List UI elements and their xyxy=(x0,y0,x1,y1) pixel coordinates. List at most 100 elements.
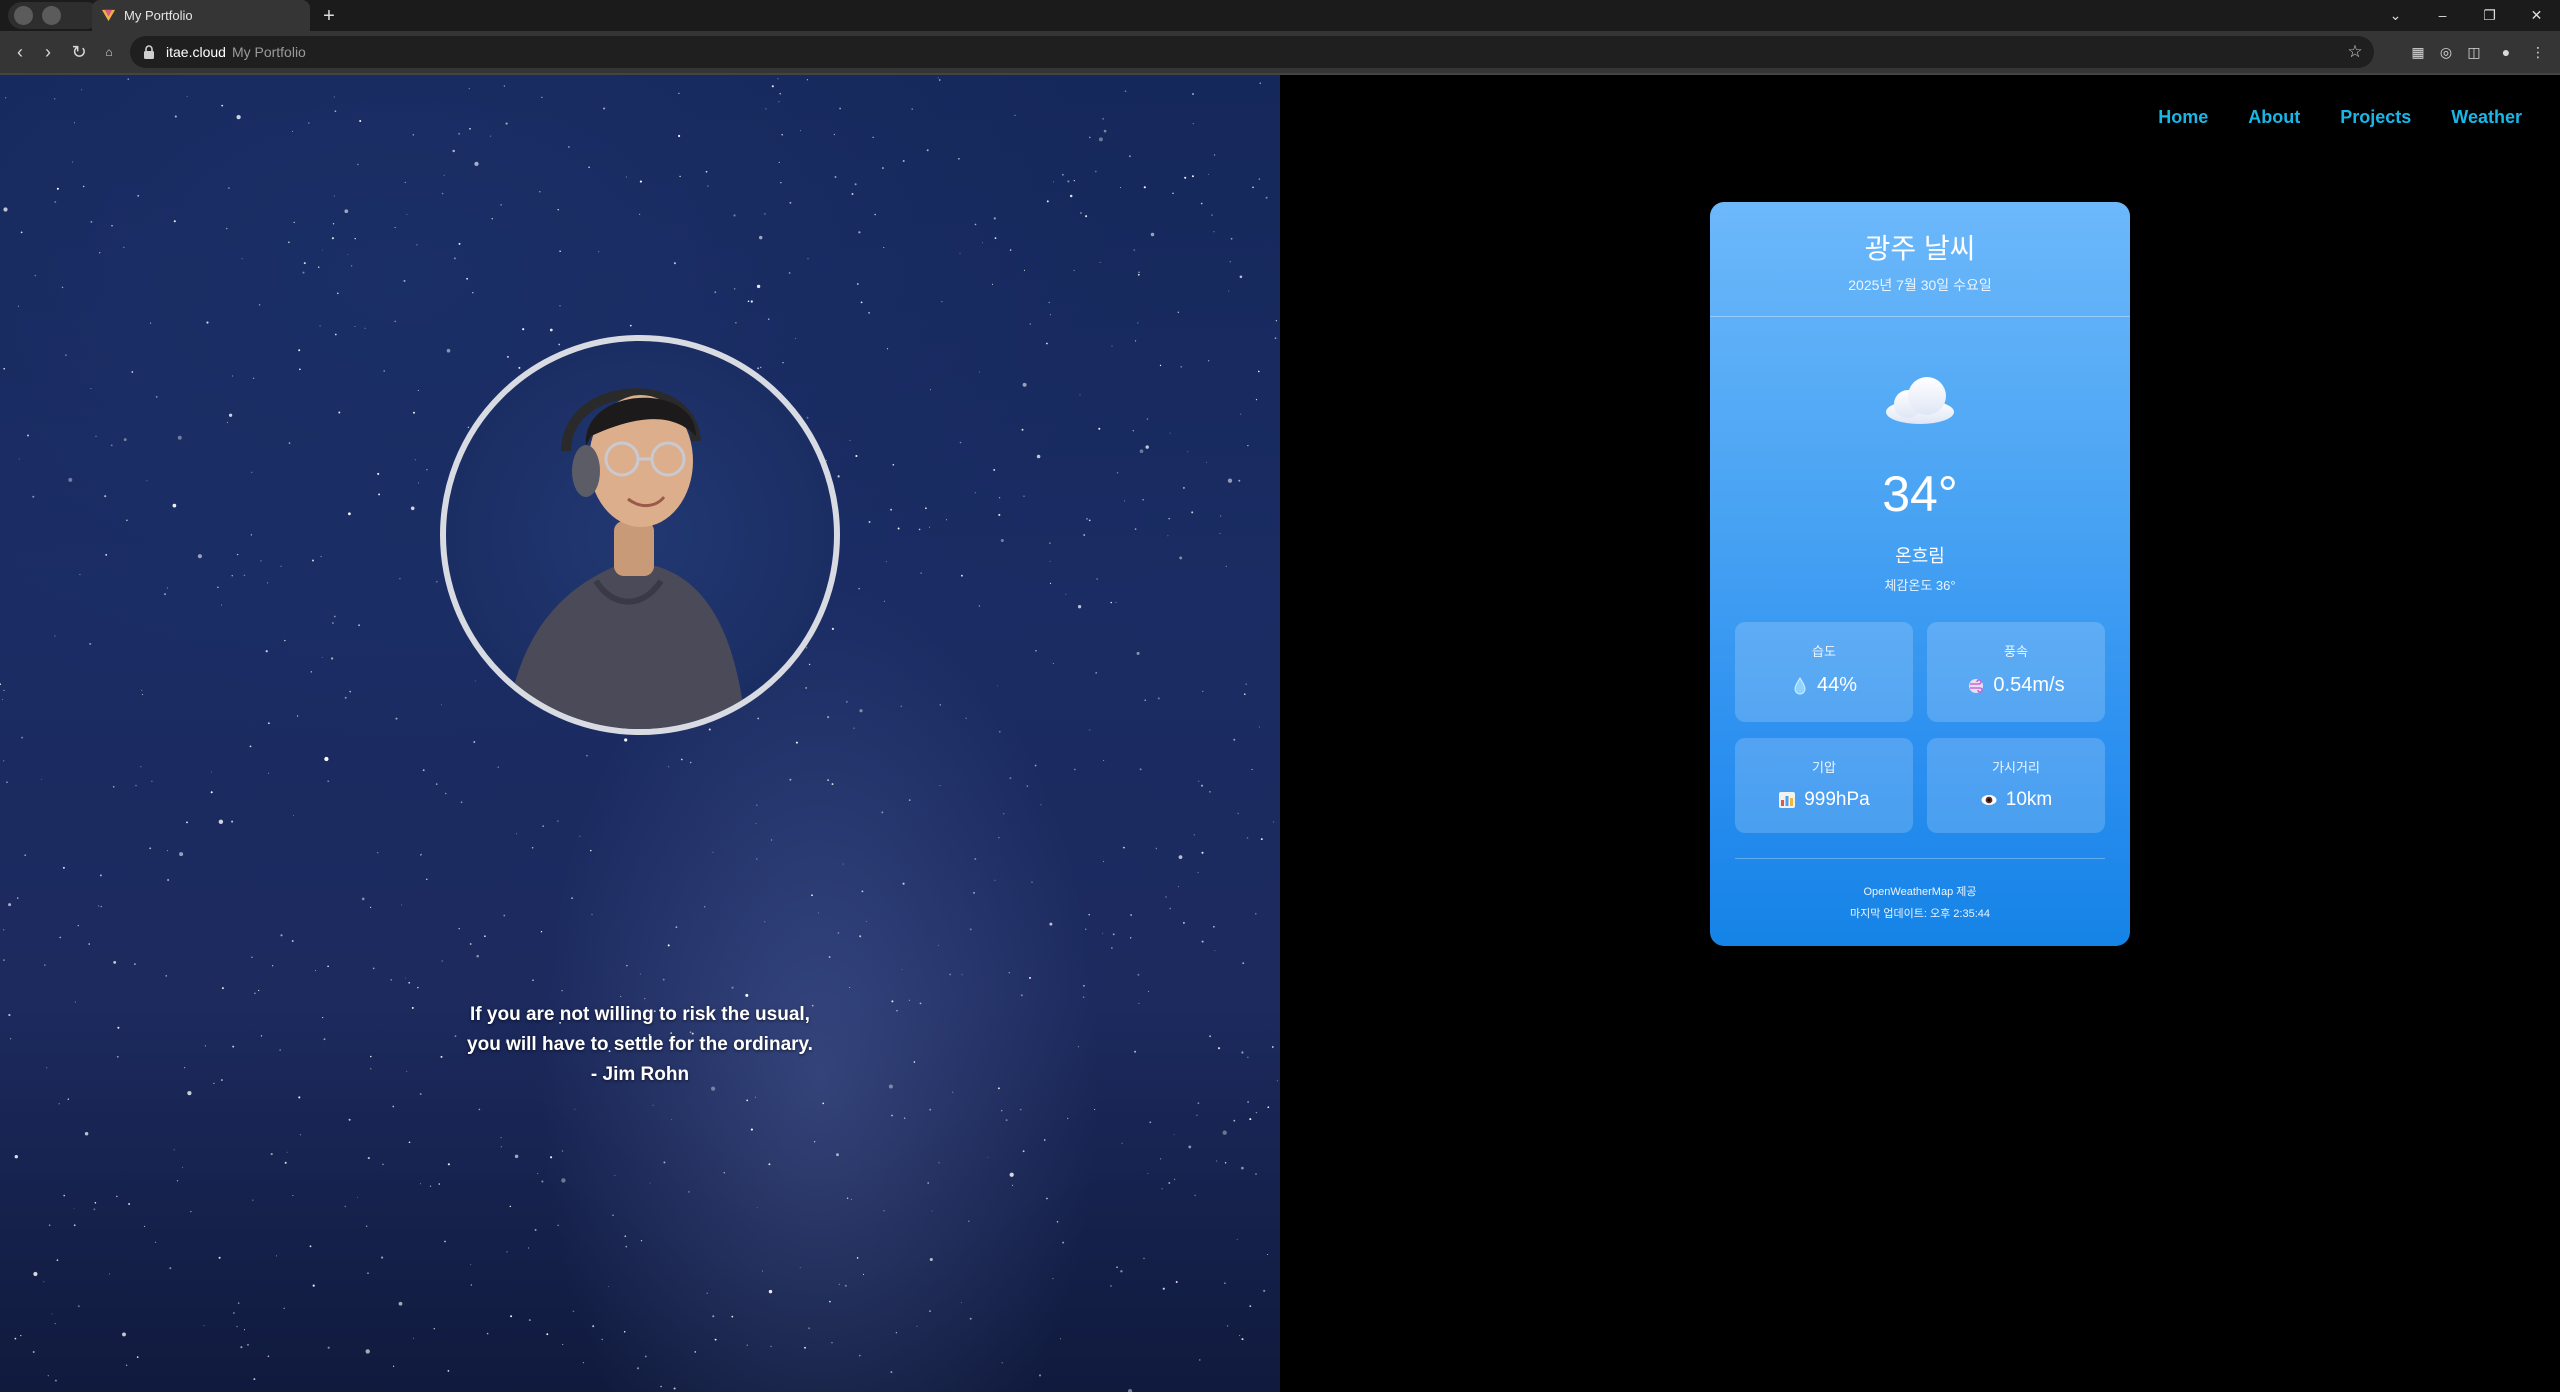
star xyxy=(1199,1359,1201,1361)
star xyxy=(1275,320,1278,322)
star xyxy=(550,1156,553,1159)
nav-projects-link[interactable]: Projects xyxy=(2340,107,2411,128)
star xyxy=(227,187,230,190)
star xyxy=(299,1134,302,1136)
star xyxy=(20,231,23,234)
nav-weather-link[interactable]: Weather xyxy=(2451,107,2522,128)
tab-search-icon[interactable]: ⌄ xyxy=(2372,0,2419,31)
star xyxy=(1246,837,1249,839)
star xyxy=(303,262,306,265)
extension-icon[interactable]: ◎ xyxy=(2436,42,2456,62)
side-panel-icon[interactable]: ◫ xyxy=(2464,42,2484,62)
star xyxy=(1096,578,1098,580)
star xyxy=(764,213,766,215)
star xyxy=(1116,1266,1118,1269)
star xyxy=(1009,249,1012,251)
star xyxy=(929,1108,932,1111)
back-icon[interactable]: ‹ xyxy=(6,38,34,66)
address-bar[interactable]: itae.cloud My Portfolio ☆ xyxy=(130,36,2374,68)
weather-last-updated: 마지막 업데이트: 오후 2:35:44 xyxy=(1849,908,1990,920)
star xyxy=(1224,1162,1227,1164)
star xyxy=(1272,821,1274,823)
star xyxy=(221,104,224,107)
bookmark-star-icon[interactable]: ☆ xyxy=(2344,41,2366,63)
star xyxy=(268,722,270,725)
star xyxy=(284,1161,287,1164)
star xyxy=(67,1098,69,1100)
restore-icon[interactable]: ❐ xyxy=(2466,0,2513,31)
star xyxy=(1077,605,1082,609)
browser-tab[interactable]: My Portfolio xyxy=(92,0,310,31)
star xyxy=(559,250,561,253)
nav-about-link[interactable]: About xyxy=(2248,107,2300,128)
new-tab-button[interactable]: + xyxy=(316,3,342,29)
star xyxy=(1094,1109,1096,1110)
star xyxy=(100,905,102,908)
star xyxy=(614,1174,616,1176)
star xyxy=(127,78,129,80)
star xyxy=(14,1337,17,1340)
star xyxy=(1198,780,1200,782)
star xyxy=(833,133,836,136)
weather-source: OpenWeatherMap 제공 xyxy=(1863,886,1977,898)
star xyxy=(441,192,444,195)
star xyxy=(807,258,809,260)
star xyxy=(1065,593,1067,595)
close-icon[interactable]: ✕ xyxy=(2513,0,2560,31)
star xyxy=(510,1315,513,1318)
star xyxy=(1146,418,1149,420)
star xyxy=(1233,1119,1236,1122)
menu-icon[interactable]: ⋮ xyxy=(2528,42,2548,62)
star xyxy=(236,553,239,556)
star xyxy=(5,97,7,99)
star xyxy=(1137,973,1140,976)
star xyxy=(673,262,676,265)
star xyxy=(904,1117,906,1119)
reload-icon[interactable]: ↻ xyxy=(65,38,93,66)
home-icon[interactable]: ⌂ xyxy=(95,38,123,66)
star xyxy=(47,1375,49,1377)
star xyxy=(416,244,418,246)
star xyxy=(146,480,148,482)
star xyxy=(952,1091,954,1093)
star xyxy=(155,395,158,398)
profile-avatars[interactable] xyxy=(8,2,100,29)
star xyxy=(1213,231,1215,233)
star xyxy=(354,237,356,240)
star xyxy=(422,769,425,772)
profile-icon[interactable]: ● xyxy=(2496,42,2516,62)
pressure-stat: 기압 999hPa xyxy=(1735,738,1913,833)
star xyxy=(333,96,335,98)
star xyxy=(310,671,312,673)
star xyxy=(268,772,270,774)
stat-label: 풍속 xyxy=(2004,644,2028,659)
star xyxy=(1103,759,1105,761)
star xyxy=(754,1096,757,1098)
star xyxy=(444,792,447,795)
star xyxy=(1088,913,1090,916)
forward-icon[interactable]: › xyxy=(34,38,62,66)
star xyxy=(1241,1051,1244,1054)
star xyxy=(557,209,559,211)
star xyxy=(254,992,256,995)
star xyxy=(1079,394,1081,396)
star xyxy=(885,561,887,563)
star xyxy=(74,122,76,124)
star xyxy=(327,780,330,783)
star xyxy=(731,986,734,989)
star xyxy=(1249,1118,1252,1121)
star xyxy=(204,1045,207,1047)
extension-flag-icon[interactable]: ▦ xyxy=(2408,42,2428,62)
star xyxy=(1103,860,1105,862)
star xyxy=(883,246,885,249)
star xyxy=(624,738,628,742)
star xyxy=(433,1328,435,1330)
humidity-value: 44% xyxy=(1816,674,1858,696)
star xyxy=(21,736,24,739)
nav-home-link[interactable]: Home xyxy=(2158,107,2208,128)
minimize-icon[interactable]: – xyxy=(2419,0,2466,31)
star xyxy=(438,1183,441,1185)
star xyxy=(210,791,213,794)
star xyxy=(1169,432,1171,434)
star xyxy=(1094,170,1097,173)
